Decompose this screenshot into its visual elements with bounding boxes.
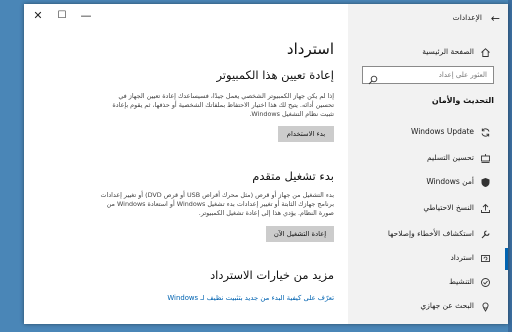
settings-window: ✕ ☐ — ← الإعدادات الصفحة الرئيسية العثور… <box>24 4 508 324</box>
recovery-icon <box>480 253 491 264</box>
advanced-startup-description: بدء التشغيل من جهاز أو قرص (مثل محرك أقر… <box>100 191 334 217</box>
sidebar-item-recovery[interactable]: استرداد <box>348 248 508 270</box>
back-button[interactable]: ← <box>491 12 500 25</box>
sync-icon <box>480 127 491 138</box>
minimize-button[interactable]: — <box>76 8 96 24</box>
sidebar-item-label: استكشاف الأخطاء وإصلاحها <box>387 229 474 238</box>
sidebar-item-windows-update[interactable]: Windows Update <box>348 122 508 144</box>
sidebar-section-title: التحديث والأمان <box>431 96 494 105</box>
sidebar-item-label: التنشيط <box>449 277 474 286</box>
sidebar-item-label: Windows Update <box>410 127 474 136</box>
maximize-button[interactable]: ☐ <box>52 8 72 24</box>
sidebar-item-label: البحث عن جهازي <box>420 301 474 310</box>
search-input[interactable]: العثور على إعداد <box>362 66 494 85</box>
advanced-startup-heading: بدء تشغيل متقدم <box>252 169 334 183</box>
desktop-edge <box>508 0 512 332</box>
sidebar-item-windows-security[interactable]: أمن Windows <box>348 172 508 194</box>
sidebar-item-label: أمن Windows <box>426 177 474 186</box>
search-icon <box>368 70 378 89</box>
sidebar-item-label: تحسين التسليم <box>426 153 474 162</box>
settings-sidebar: ← الإعدادات الصفحة الرئيسية العثور على إ… <box>348 4 508 324</box>
clean-install-link[interactable]: تعرّف على كيفية البدء من جديد بتثبيت نظي… <box>167 294 334 302</box>
home-icon <box>480 47 491 58</box>
wrench-icon <box>480 229 491 240</box>
page-title: استرداد <box>286 40 334 58</box>
sidebar-item-delivery-optimization[interactable]: تحسين التسليم <box>348 148 508 170</box>
search-placeholder: العثور على إعداد <box>438 70 487 79</box>
sidebar-item-backup[interactable]: النسخ الاحتياطي <box>348 198 508 220</box>
close-button[interactable]: ✕ <box>28 8 48 24</box>
sidebar-item-find-my-device[interactable]: البحث عن جهازي <box>348 296 508 318</box>
reset-heading: إعادة تعيين هذا الكمبيوتر <box>216 68 334 82</box>
restart-now-button[interactable]: إعادة التشغيل الآن <box>266 226 334 242</box>
shield-icon <box>480 177 491 188</box>
delivery-optimization-icon <box>480 153 491 164</box>
more-recovery-heading: مزيد من خيارات الاسترداد <box>210 268 334 282</box>
find-device-icon <box>480 301 491 312</box>
backup-icon <box>480 203 491 214</box>
sidebar-item-home[interactable]: الصفحة الرئيسية <box>348 42 508 64</box>
sidebar-item-label: النسخ الاحتياطي <box>423 203 474 212</box>
window-title: الإعدادات <box>452 13 482 22</box>
sidebar-item-activation[interactable]: التنشيط <box>348 272 508 294</box>
get-started-button[interactable]: بدء الاستخدام <box>278 126 334 142</box>
sidebar-item-label: الصفحة الرئيسية <box>422 47 474 56</box>
sidebar-item-troubleshoot[interactable]: استكشاف الأخطاء وإصلاحها <box>348 224 508 246</box>
activation-icon <box>480 277 491 288</box>
reset-description: إذا لم يكن جهاز الكمبيوتر الشخصي يعمل جي… <box>112 92 334 118</box>
sidebar-item-label: استرداد <box>450 253 474 262</box>
